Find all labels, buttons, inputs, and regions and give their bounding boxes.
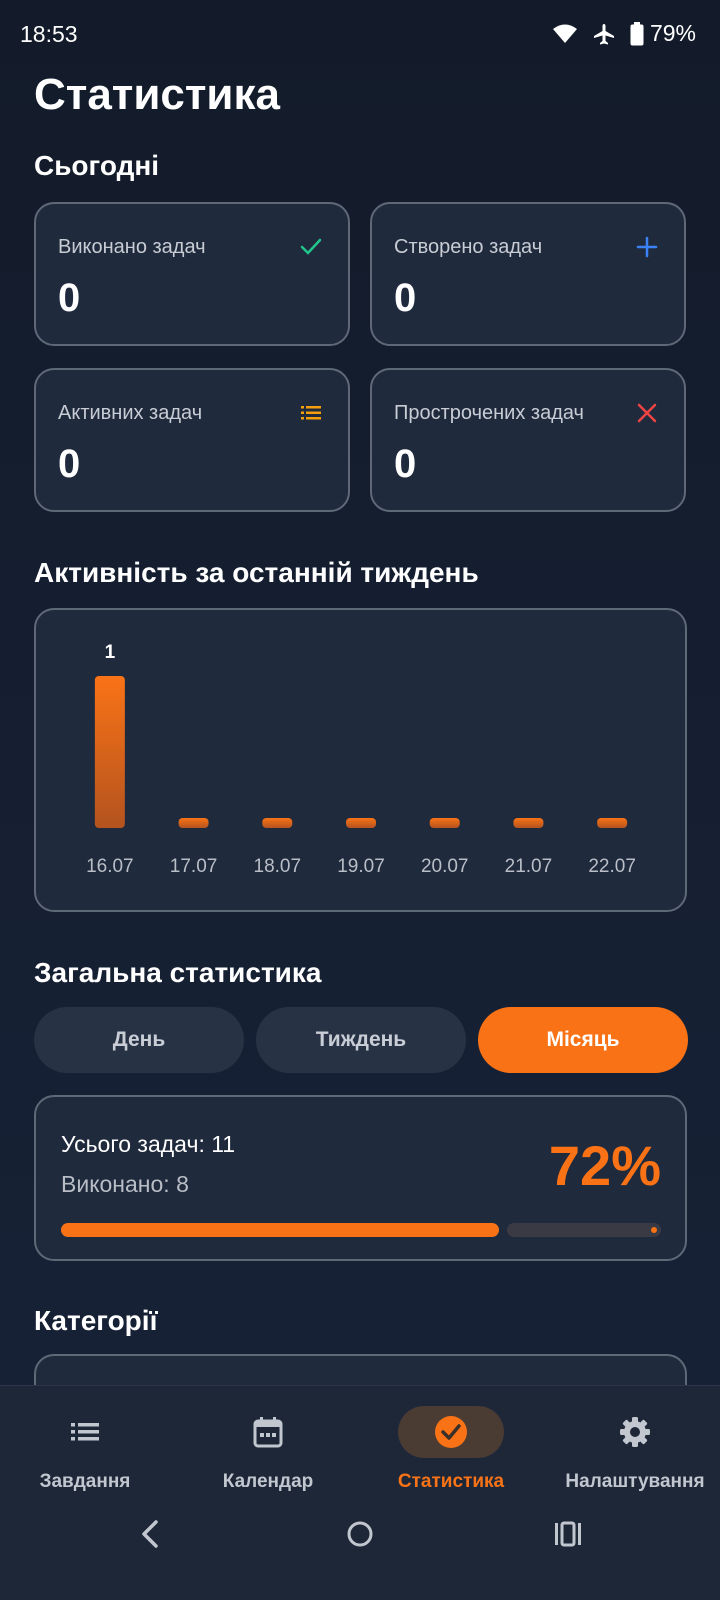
nav-label: Налаштування <box>565 1471 705 1492</box>
battery-icon <box>630 21 644 45</box>
status-icons: 79% <box>552 20 696 47</box>
categories-section-title: Категорії <box>34 1305 158 1336</box>
chart-x-label: 16.07 <box>86 856 134 877</box>
page-title: Статистика <box>34 70 280 119</box>
nav-statistics[interactable]: Статистика <box>361 1406 541 1506</box>
nav-icon-wrap <box>398 1406 504 1458</box>
progress-fill <box>61 1223 499 1237</box>
chart-bar-16.07 <box>94 676 125 828</box>
close-icon <box>637 403 657 423</box>
chart-data-label: 1 <box>105 642 116 663</box>
progress-remaining <box>507 1223 661 1237</box>
completion-percent: 72% <box>548 1134 661 1197</box>
tab-day[interactable]: День <box>34 1007 244 1073</box>
airplane-icon <box>593 23 614 44</box>
bar-chart: 16.07 1 17.07 18.07 19.07 20.07 21.07 22.07 <box>86 642 636 877</box>
tab-week[interactable]: Тиждень <box>256 1007 466 1073</box>
back-button[interactable] <box>132 1514 172 1554</box>
battery-percent: 79% <box>649 20 696 46</box>
chart-bar-22.07 <box>597 818 628 828</box>
nav-tasks[interactable]: Завдання <box>0 1406 175 1506</box>
tab-month[interactable]: Місяць <box>478 1007 688 1073</box>
nav-label: Статистика <box>397 1471 505 1492</box>
nav-icon-wrap <box>32 1406 138 1458</box>
chart-bar-21.07 <box>513 818 544 828</box>
nav-label: Завдання <box>39 1471 131 1492</box>
nav-icon-wrap <box>582 1406 688 1458</box>
chart-x-label: 17.07 <box>170 856 218 877</box>
weekly-chart: 16.07 1 17.07 18.07 19.07 20.07 21.07 22.07 <box>34 608 687 912</box>
recents-button[interactable] <box>548 1514 588 1554</box>
stat-label: Прострочених задач <box>394 402 584 424</box>
chart-x-label: 19.07 <box>337 856 385 877</box>
check-circle-icon <box>435 1416 467 1448</box>
screen: 18:53 79% Статистика Сьогодні Виконано з… <box>0 0 720 1600</box>
today-section-title: Сьогодні <box>34 150 160 181</box>
stat-card-created: Створено задач 0 <box>370 202 686 346</box>
progress-end-dot <box>651 1227 657 1233</box>
gear-icon <box>620 1417 650 1447</box>
list-icon <box>71 1423 99 1441</box>
stat-value: 0 <box>58 442 81 486</box>
chart-x-label: 21.07 <box>505 856 553 877</box>
stat-card-active: Активних задач 0 <box>34 368 350 512</box>
chart-bar-17.07 <box>178 818 209 828</box>
nav-label: Календар <box>222 1471 314 1492</box>
stat-label: Створено задач <box>394 236 543 258</box>
nav-settings[interactable]: Налаштування <box>545 1406 720 1506</box>
plus-icon <box>636 236 658 258</box>
wifi-icon <box>552 24 577 43</box>
progress-bar <box>61 1223 661 1237</box>
chart-x-label: 18.07 <box>254 856 302 877</box>
stat-value: 0 <box>58 276 81 320</box>
stat-label: Активних задач <box>58 402 203 424</box>
stat-card-completed: Виконано задач 0 <box>34 202 350 346</box>
stat-value: 0 <box>394 442 417 486</box>
overall-section-title: Загальна статистика <box>34 957 322 988</box>
chart-bar-20.07 <box>429 818 460 828</box>
chart-bar-18.07 <box>262 818 293 828</box>
nav-icon-wrap <box>215 1406 321 1458</box>
nav-calendar[interactable]: Календар <box>178 1406 358 1506</box>
check-icon <box>300 238 322 255</box>
stat-value: 0 <box>394 276 417 320</box>
stat-label: Виконано задач <box>58 236 206 258</box>
calendar-icon <box>253 1417 283 1448</box>
status-bar: 18:53 79% <box>0 0 720 70</box>
completed-tasks: Виконано: 8 <box>61 1171 189 1197</box>
total-tasks: Усього задач: 11 <box>61 1131 236 1157</box>
home-button[interactable] <box>340 1514 380 1554</box>
list-icon <box>301 406 321 420</box>
bottom-navigation: Завдання Календар Статистика Налаштуванн… <box>0 1385 720 1600</box>
weekly-section-title: Активність за останній тиждень <box>34 557 479 588</box>
chart-x-label: 22.07 <box>588 856 636 877</box>
summary-card: Усього задач: 11 Виконано: 8 72% <box>34 1095 687 1261</box>
chart-bar-19.07 <box>346 818 376 828</box>
status-time: 18:53 <box>20 21 78 47</box>
stat-card-overdue: Прострочених задач 0 <box>370 368 686 512</box>
chart-x-label: 20.07 <box>421 856 469 877</box>
